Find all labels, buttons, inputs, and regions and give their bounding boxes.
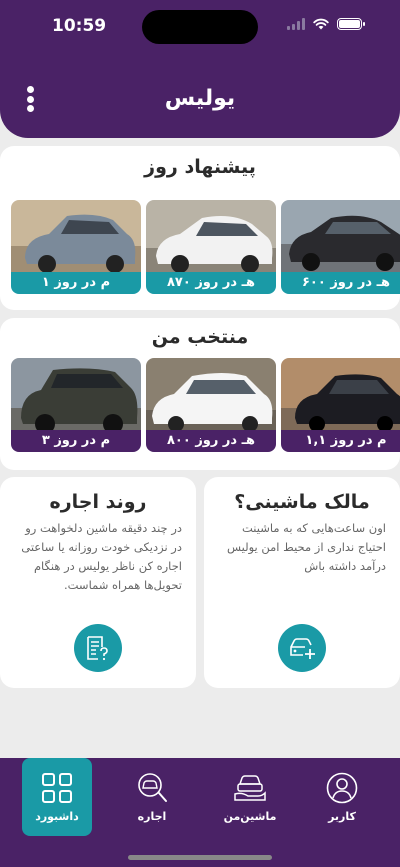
wifi-icon: [313, 18, 329, 30]
battery-icon: [337, 18, 365, 30]
dot: [26, 86, 34, 93]
car-photo: [11, 358, 141, 432]
car-photo: [281, 200, 400, 274]
car-offer-3[interactable]: ۱ م در روز: [11, 200, 141, 294]
daily-offers-title: پیشنهاد روز: [144, 156, 256, 178]
search-car-icon: [138, 773, 167, 802]
user-icon: [326, 772, 358, 804]
car-price: ۱ م در روز: [11, 272, 141, 294]
my-car-icon: [234, 775, 266, 801]
car-photo: [146, 200, 276, 274]
app-header: 10:59 یولیس: [0, 0, 400, 138]
car-offer-1[interactable]: ۶۰۰ هـ در روز: [281, 200, 400, 294]
camera-notch: [142, 10, 258, 44]
app-logo: یولیس: [164, 86, 236, 111]
dot: [26, 95, 34, 103]
car-price: ۱,۱ م در روز: [281, 430, 400, 452]
car-featured-3[interactable]: ۳ م در روز: [11, 358, 141, 452]
car-price: ۸۰۰ هـ در روز: [146, 430, 276, 452]
owner-card-title: مالک ماشینی؟: [234, 491, 370, 513]
nav-label: داشبورد: [35, 810, 79, 823]
add-car-button[interactable]: [278, 624, 326, 672]
nav-item-dashboard[interactable]: داشبورد: [22, 758, 92, 836]
car-price: ۳ م در روز: [11, 430, 141, 452]
rent-card-text: در چند دقیقه ماشین دلخواهت رو در نزدیکی …: [21, 521, 182, 592]
car-photo: [146, 358, 276, 432]
rent-card-title: روند اجاره: [49, 491, 147, 513]
status-icons: [287, 18, 365, 30]
signal-icon: [287, 18, 305, 30]
more-menu-button[interactable]: [24, 86, 36, 112]
daily-offers-card: پیشنهاد روز ۶۰۰ هـ در روز ۸۷۰ هـ در روز: [0, 146, 400, 310]
car-price: ۶۰۰ هـ در روز: [281, 272, 400, 294]
car-price: ۸۷۰ هـ در روز: [146, 272, 276, 294]
nav-item-user[interactable]: کاربر: [306, 758, 378, 836]
owner-card-text: اون ساعت‌هایی که به ماشینت احتیاج نداری …: [226, 521, 386, 573]
nav-item-rent[interactable]: اجاره: [116, 758, 188, 836]
home-indicator[interactable]: [128, 855, 272, 860]
featured-card: منتخب من ۱,۱ م در روز ۸۰۰ هـ در روز ۳ م …: [0, 318, 400, 470]
dot: [26, 105, 34, 112]
nav-label: کاربر: [328, 810, 356, 823]
car-add-icon: [290, 638, 315, 659]
nav-item-my-car[interactable]: ماشین‌من: [214, 758, 286, 836]
bottom-navigation: داشبورد اجاره ماشین‌من کاربر: [0, 758, 400, 867]
featured-title: منتخب من: [151, 326, 249, 348]
rent-process-card[interactable]: روند اجاره در چند دقیقه ماشین دلخواهت رو…: [0, 477, 196, 688]
car-photo: [11, 200, 141, 274]
car-featured-1[interactable]: ۱,۱ م در روز: [281, 358, 400, 452]
rent-guide-button[interactable]: [74, 624, 122, 672]
document-question-icon: [87, 636, 108, 661]
car-photo: [281, 358, 400, 432]
nav-label: ماشین‌من: [223, 810, 277, 823]
status-time: 10:59: [52, 16, 107, 36]
dashboard-grid-icon: [42, 773, 72, 803]
car-featured-2[interactable]: ۸۰۰ هـ در روز: [146, 358, 276, 452]
nav-label: اجاره: [137, 810, 167, 823]
car-owner-card[interactable]: مالک ماشینی؟ اون ساعت‌هایی که به ماشینت …: [204, 477, 400, 688]
car-offer-2[interactable]: ۸۷۰ هـ در روز: [146, 200, 276, 294]
